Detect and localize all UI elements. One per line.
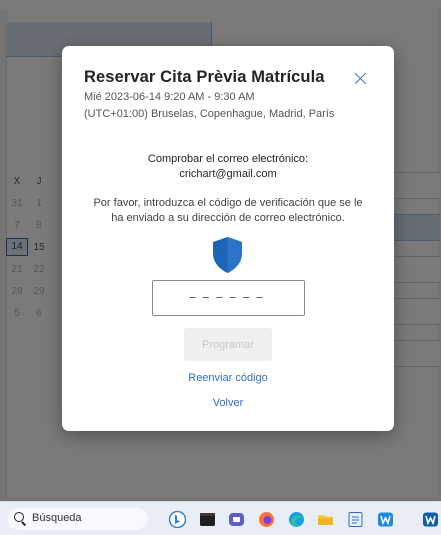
search-label: Búsqueda: [32, 512, 82, 524]
app-icon[interactable]: [422, 511, 439, 528]
file-explorer-icon[interactable]: [317, 511, 334, 528]
taskbar: Búsqueda: [0, 501, 441, 535]
appointment-datetime: Mié 2023-06-14 9:20 AM - 9:30 AM: [84, 91, 255, 103]
resend-code-link[interactable]: Reenviar código: [62, 372, 394, 384]
verify-email-heading: Comprobar el correo electrónico: crichar…: [62, 152, 394, 182]
teams-icon[interactable]: [228, 511, 245, 528]
verify-message: Por favor, introduzca el código de verif…: [93, 197, 363, 224]
back-link[interactable]: Volver: [62, 397, 394, 409]
program-button[interactable]: Programar: [184, 328, 272, 361]
app-icon[interactable]: [377, 511, 394, 528]
close-icon[interactable]: [352, 70, 370, 88]
appointment-timezone: (UTC+01:00) Bruselas, Copenhague, Madrid…: [84, 108, 335, 120]
terminal-icon[interactable]: [199, 511, 216, 528]
edge-icon[interactable]: [288, 511, 305, 528]
verification-code-input[interactable]: [152, 280, 305, 316]
dialog-title: Reservar Cita Prèvia Matrícula: [84, 68, 325, 86]
email-address: crichart@gmail.com: [179, 168, 277, 180]
firefox-icon[interactable]: [258, 511, 275, 528]
shield-icon: [213, 237, 242, 273]
verification-dialog: Reservar Cita Prèvia Matrícula Mié 2023-…: [62, 46, 394, 431]
search-icon: [14, 512, 24, 522]
bing-icon[interactable]: [169, 511, 186, 528]
notepad-icon[interactable]: [347, 511, 364, 528]
verify-heading-text: Comprobar el correo electrónico:: [147, 153, 309, 165]
